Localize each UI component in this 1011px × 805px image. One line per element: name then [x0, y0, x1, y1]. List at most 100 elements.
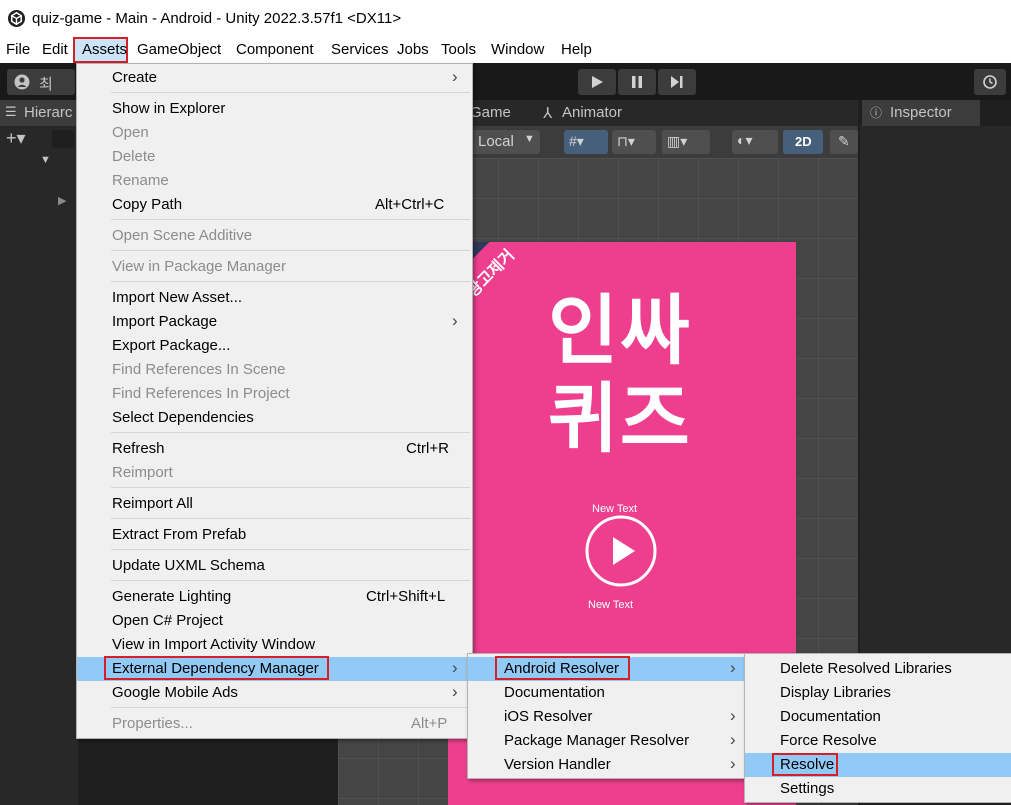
delete-resolved-label: Delete Resolved Libraries: [780, 660, 952, 677]
play-icon: [592, 76, 603, 88]
menu-item-view-import-activity[interactable]: View in Import Activity Window: [77, 633, 472, 657]
android-resolver-annotation-box: [495, 656, 630, 680]
menu-window[interactable]: Window: [491, 41, 544, 58]
menu-services[interactable]: Services: [331, 41, 389, 58]
documentation-label: Documentation: [504, 684, 605, 701]
lighting-toggle[interactable]: ✎: [830, 130, 858, 154]
menu-assets[interactable]: Assets: [82, 41, 127, 58]
create-label: Create: [112, 69, 158, 86]
ios-resolver-label: iOS Resolver: [504, 708, 593, 725]
menu-item-refresh[interactable]: Refresh Ctrl+R: [77, 437, 472, 461]
view-in-package-manager-label: View in Package Manager: [112, 258, 286, 275]
menu-tools[interactable]: Tools: [441, 41, 476, 58]
resolve-annotation-box: [772, 753, 838, 776]
menu-file[interactable]: File: [6, 41, 30, 58]
menu-jobs[interactable]: Jobs: [397, 41, 429, 58]
menu-item-ios-resolver[interactable]: iOS Resolver ›: [468, 705, 744, 729]
history-button[interactable]: [974, 69, 1006, 95]
properties-shortcut: Alt+P: [411, 715, 448, 732]
package-manager-resolver-label: Package Manager Resolver: [504, 732, 690, 749]
menu-item-copy-path[interactable]: Copy Path Alt+Ctrl+C: [77, 193, 472, 217]
animator-icon: ⅄: [543, 105, 553, 122]
menu-item-select-dependencies[interactable]: Select Dependencies: [77, 406, 472, 430]
extract-from-prefab-label: Extract From Prefab: [112, 526, 247, 543]
unity-logo-icon: [7, 9, 26, 28]
view-import-activity-label: View in Import Activity Window: [112, 636, 316, 653]
menu-gameobject[interactable]: GameObject: [137, 41, 221, 58]
menu-item-find-refs-scene: Find References In Scene: [77, 358, 472, 382]
hierarchy-tab[interactable]: ☰ Hierarc: [0, 100, 78, 126]
tab-game[interactable]: Game: [470, 104, 511, 121]
menu-item-import-package[interactable]: Import Package ›: [77, 310, 472, 334]
menu-item-extract-from-prefab[interactable]: Extract From Prefab: [77, 523, 472, 547]
ruler-button[interactable]: ▥▾: [662, 130, 710, 154]
local-label: Local: [478, 133, 514, 150]
pivot-local-dropdown[interactable]: Local ▼: [470, 130, 540, 154]
pause-icon: [632, 76, 642, 88]
account-button[interactable]: 최: [7, 69, 75, 95]
search-input[interactable]: [52, 130, 74, 148]
play-button[interactable]: [578, 69, 616, 95]
scene-toolbar: Local ▼ #▾ ⊓▾ ▥▾ ◐▾ 2D ✎: [470, 126, 858, 158]
window-title: quiz-game - Main - Android - Unity 2022.…: [32, 10, 402, 27]
import-new-asset-label: Import New Asset...: [112, 289, 243, 306]
menu-item-package-manager-resolver[interactable]: Package Manager Resolver ›: [468, 729, 744, 753]
scene-tabs: Game ⅄ Animator: [470, 100, 858, 126]
rename-label: Rename: [112, 172, 169, 189]
collapse-arrow-icon[interactable]: ▶: [58, 194, 66, 207]
lightbulb-icon: ✎: [838, 133, 850, 149]
menu-item-update-uxml[interactable]: Update UXML Schema: [77, 554, 472, 578]
menu-item-reimport-all[interactable]: Reimport All: [77, 492, 472, 516]
generate-lighting-label: Generate Lighting: [112, 588, 232, 605]
menu-item-display-libraries[interactable]: Display Libraries: [745, 681, 1011, 705]
menu-item-delete: Delete: [77, 145, 472, 169]
account-icon: [14, 74, 30, 90]
menu-component[interactable]: Component: [236, 41, 314, 58]
add-icon[interactable]: +▾: [6, 128, 26, 149]
tab-animator[interactable]: Animator: [562, 104, 622, 121]
menu-item-android-documentation[interactable]: Documentation: [745, 705, 1011, 729]
step-button[interactable]: [658, 69, 696, 95]
find-refs-project-label: Find References In Project: [112, 385, 290, 402]
generate-lighting-shortcut: Ctrl+Shift+L: [366, 588, 446, 605]
menu-item-find-refs-project: Find References In Project: [77, 382, 472, 406]
account-label: 최: [39, 76, 53, 93]
display-libraries-label: Display Libraries: [780, 684, 891, 701]
copy-path-shortcut: Alt+Ctrl+C: [375, 196, 445, 213]
play-circle-icon[interactable]: [584, 514, 658, 588]
snap-increment-button[interactable]: ⊓▾: [612, 130, 656, 154]
grid-snap-button[interactable]: #▾: [564, 130, 608, 154]
game-title-line1: 인싸: [548, 289, 692, 374]
inspector-tab[interactable]: ⓘ Inspector: [862, 100, 980, 126]
2d-toggle[interactable]: 2D: [783, 130, 823, 154]
refresh-shortcut: Ctrl+R: [406, 440, 449, 457]
menu-item-open-scene-additive: Open Scene Additive: [77, 224, 472, 248]
menu-item-open: Open: [77, 121, 472, 145]
version-handler-label: Version Handler: [504, 756, 611, 773]
copy-path-label: Copy Path: [112, 196, 183, 213]
menu-item-import-new-asset[interactable]: Import New Asset...: [77, 286, 472, 310]
menu-item-generate-lighting[interactable]: Generate Lighting Ctrl+Shift+L: [77, 585, 472, 609]
menu-item-export-package[interactable]: Export Package...: [77, 334, 472, 358]
menu-help[interactable]: Help: [561, 41, 592, 58]
menu-item-force-resolve[interactable]: Force Resolve: [745, 729, 1011, 753]
menu-item-documentation[interactable]: Documentation: [468, 681, 744, 705]
menu-edit[interactable]: Edit: [42, 41, 68, 58]
expand-arrow-icon[interactable]: ▼: [40, 154, 51, 166]
chevron-right-icon: ›: [730, 730, 736, 749]
menu-item-open-csharp[interactable]: Open C# Project: [77, 609, 472, 633]
pause-button[interactable]: [618, 69, 656, 95]
open-label: Open: [112, 124, 149, 141]
menu-item-show-in-explorer[interactable]: Show in Explorer: [77, 97, 472, 121]
menu-item-create[interactable]: Create ›: [77, 66, 472, 90]
grid-snap-icon: #▾: [569, 133, 584, 149]
menu-item-google-mobile-ads[interactable]: Google Mobile Ads ›: [77, 681, 472, 705]
menu-item-version-handler[interactable]: Version Handler ›: [468, 753, 744, 777]
open-csharp-label: Open C# Project: [112, 612, 223, 629]
menu-item-settings[interactable]: Settings: [745, 777, 1011, 801]
title-bar: quiz-game - Main - Android - Unity 2022.…: [0, 0, 1011, 38]
chevron-right-icon: ›: [730, 658, 736, 677]
menu-item-view-in-package-manager: View in Package Manager: [77, 255, 472, 279]
menu-item-delete-resolved-libraries[interactable]: Delete Resolved Libraries: [745, 657, 1011, 681]
shading-button[interactable]: ◐▾: [732, 130, 778, 154]
